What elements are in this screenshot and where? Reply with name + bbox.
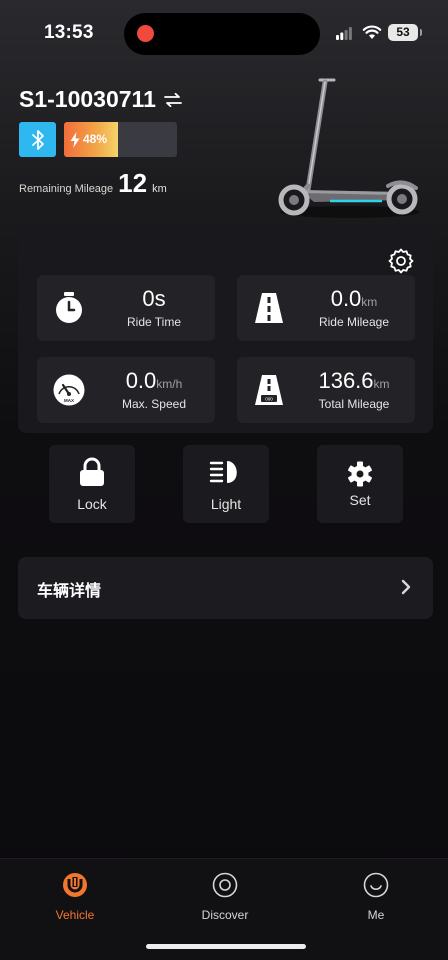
ride-mileage-card: 0.0km Ride Mileage: [237, 275, 415, 341]
recording-indicator-icon: [137, 25, 154, 42]
total-mileage-card: 000 136.6km Total Mileage: [237, 357, 415, 423]
tab-discover-label: Discover: [201, 908, 249, 922]
lightning-icon: [70, 131, 80, 148]
gear-icon: [348, 461, 372, 487]
ride-time-label: Ride Time: [126, 315, 182, 329]
tab-vehicle-label: Vehicle: [55, 908, 95, 922]
vehicle-screen: 13:53 53 S1-10030711 48% Remaining Milea…: [0, 0, 448, 960]
odometer-road-icon: 000: [255, 375, 283, 405]
ride-mileage-value: 0.0: [330, 286, 362, 311]
svg-text:MAX: MAX: [64, 398, 74, 403]
chevron-right-icon: [401, 579, 411, 595]
bluetooth-badge[interactable]: [19, 122, 56, 157]
road-icon: [255, 293, 283, 323]
status-bar: 13:53 53: [0, 0, 448, 66]
headlight-icon: [209, 461, 237, 483]
tab-vehicle[interactable]: Vehicle: [15, 869, 135, 922]
battery-status-icon: 53: [388, 24, 422, 41]
switch-device-icon[interactable]: [163, 92, 182, 107]
remaining-mileage: Remaining Mileage 12 km: [19, 168, 167, 199]
lock-label: Lock: [77, 496, 107, 512]
remaining-mileage-value: 12: [118, 168, 148, 198]
status-time: 13:53: [44, 22, 94, 43]
tab-me-label: Me: [367, 908, 385, 922]
ride-time-card: 0s Ride Time: [37, 275, 215, 341]
battery-percent-label: 48%: [83, 132, 108, 146]
scooter-image: [278, 78, 420, 218]
battery-level-bar: 48%: [64, 122, 177, 157]
home-indicator[interactable]: [146, 944, 306, 949]
max-speed-card: MAX 0.0km/h Max. Speed: [37, 357, 215, 423]
smiley-icon: [363, 872, 389, 898]
dynamic-island: [124, 13, 320, 55]
tab-me[interactable]: Me: [316, 869, 436, 922]
light-label: Light: [210, 496, 242, 512]
vehicle-logo-icon: [63, 873, 87, 897]
device-id-label: S1-10030711: [19, 86, 156, 112]
svg-text:000: 000: [265, 397, 273, 402]
set-button[interactable]: Set: [317, 445, 403, 523]
bluetooth-icon: [31, 129, 44, 150]
light-button[interactable]: Light: [183, 445, 269, 523]
device-selector[interactable]: S1-10030711: [19, 86, 182, 113]
tab-discover[interactable]: Discover: [165, 869, 285, 922]
remaining-mileage-label: Remaining Mileage: [19, 183, 114, 195]
vehicle-details-label: 车辆详情: [37, 581, 102, 600]
total-mileage-unit: km: [373, 377, 390, 391]
lock-icon: [80, 457, 104, 486]
ride-time-value: 0s: [142, 286, 166, 311]
settings-gear-icon[interactable]: [388, 248, 414, 274]
total-mileage-label: Total Mileage: [318, 397, 390, 411]
max-speed-value: 0.0: [125, 368, 157, 393]
vehicle-details-row[interactable]: 车辆详情: [18, 557, 433, 619]
speedometer-icon: MAX: [53, 374, 85, 406]
ride-mileage-unit: km: [361, 295, 378, 309]
total-mileage-value: 136.6: [318, 368, 374, 393]
cellular-signal-icon: [336, 27, 352, 40]
max-speed-unit: km/h: [156, 377, 183, 391]
set-label: Set: [349, 492, 371, 508]
stopwatch-icon: [56, 292, 82, 323]
max-speed-label: Max. Speed: [121, 397, 187, 411]
lock-button[interactable]: Lock: [49, 445, 135, 523]
discover-icon: [212, 872, 238, 898]
remaining-mileage-unit: km: [152, 183, 167, 195]
ride-mileage-label: Ride Mileage: [318, 315, 390, 329]
wifi-icon: [362, 25, 382, 39]
